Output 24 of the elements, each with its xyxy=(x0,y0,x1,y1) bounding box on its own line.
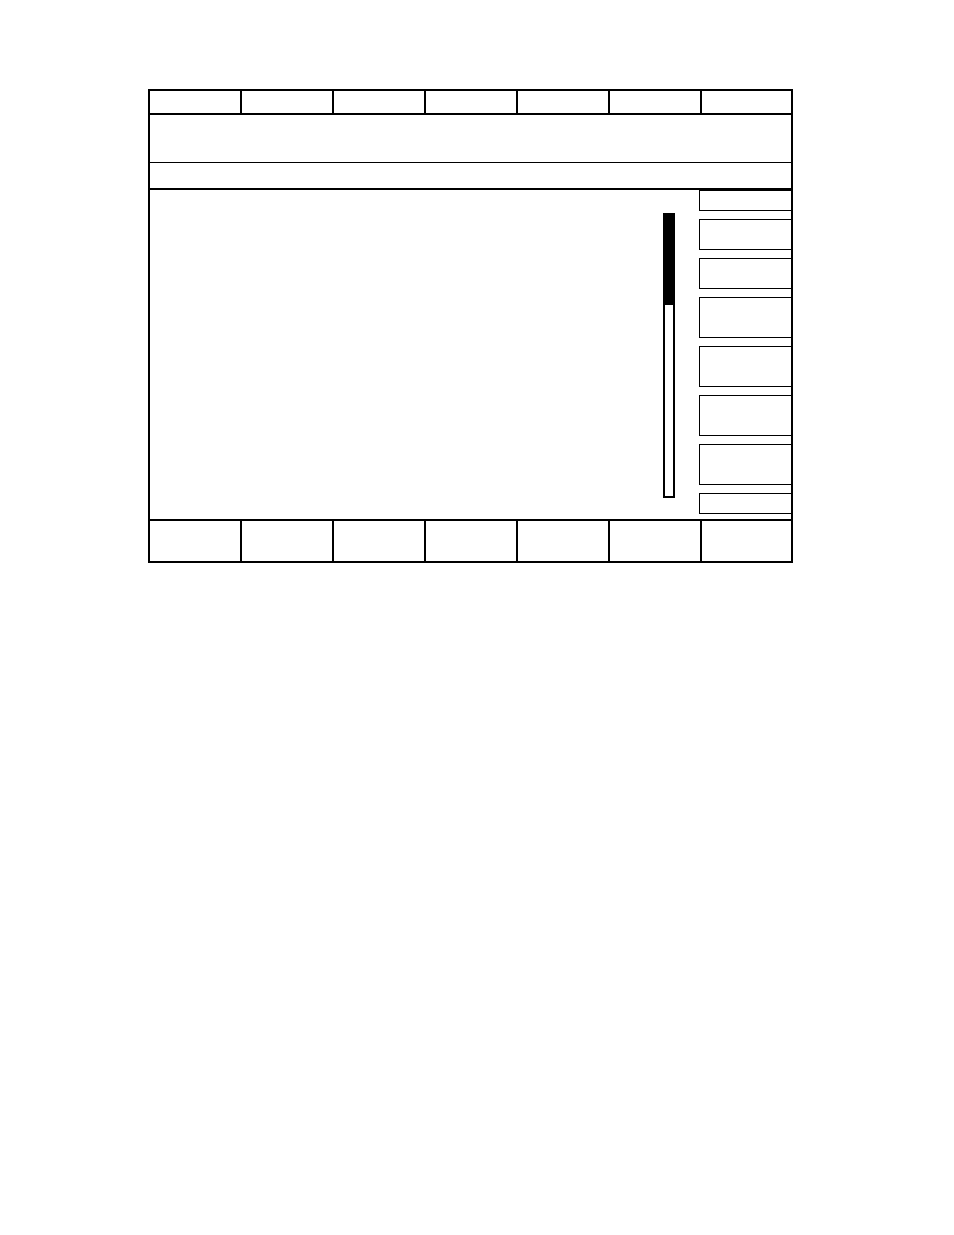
scrollbar[interactable] xyxy=(663,213,675,498)
top-key-button[interactable] xyxy=(700,89,793,115)
side-key-button[interactable] xyxy=(699,444,791,485)
bottom-key-button[interactable] xyxy=(332,519,424,563)
top-key-button[interactable] xyxy=(148,89,240,115)
scrollbar-thumb[interactable] xyxy=(665,215,673,305)
top-key-button[interactable] xyxy=(608,89,700,115)
top-key-button[interactable] xyxy=(516,89,608,115)
bottom-key-button[interactable] xyxy=(516,519,608,563)
side-key-button[interactable] xyxy=(699,219,791,250)
side-key-button[interactable] xyxy=(699,346,791,387)
bottom-key-button[interactable] xyxy=(700,519,793,563)
bottom-key-button[interactable] xyxy=(608,519,700,563)
bottom-key-button[interactable] xyxy=(148,519,240,563)
top-key-button[interactable] xyxy=(424,89,516,115)
side-key-button[interactable] xyxy=(699,493,791,514)
bottom-key-button[interactable] xyxy=(424,519,516,563)
side-key-button[interactable] xyxy=(699,258,791,289)
side-key-button[interactable] xyxy=(699,297,791,338)
top-key-button[interactable] xyxy=(240,89,332,115)
side-key-button[interactable] xyxy=(699,190,791,211)
top-key-button[interactable] xyxy=(332,89,424,115)
side-key-button[interactable] xyxy=(699,395,791,436)
bottom-key-button[interactable] xyxy=(240,519,332,563)
